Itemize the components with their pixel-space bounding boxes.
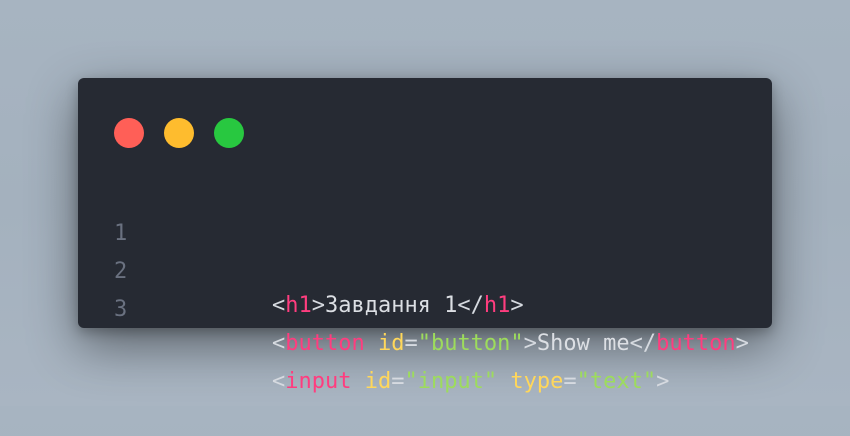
maximize-window-dot-icon[interactable]: [214, 118, 244, 148]
code-token: id: [364, 369, 392, 394]
code-token: =: [563, 369, 577, 394]
code-line-content: <input id="input" type="text">: [166, 328, 669, 436]
line-number: 3: [114, 297, 128, 322]
code-token: >: [735, 331, 749, 356]
code-token: "text": [576, 369, 657, 394]
code-token: type: [510, 369, 564, 394]
code-token: "input": [404, 369, 498, 394]
code-token: =: [391, 369, 405, 394]
code-block: 1 <h1>Завдання 1</h1> 2 <button id="butt…: [78, 180, 772, 394]
code-token: <: [271, 369, 286, 394]
code-window: 1 <h1>Завдання 1</h1> 2 <button id="butt…: [78, 78, 772, 394]
code-line-2: 2 <button id="button">Show me</button>: [78, 218, 772, 356]
code-token: input: [285, 369, 352, 394]
code-token: >: [656, 369, 670, 394]
code-line-1: 1 <h1>Завдання 1</h1>: [78, 180, 772, 318]
minimize-window-dot-icon[interactable]: [164, 118, 194, 148]
close-window-dot-icon[interactable]: [114, 118, 144, 148]
code-line-3: 3 <input id="input" type="text">: [78, 256, 772, 394]
